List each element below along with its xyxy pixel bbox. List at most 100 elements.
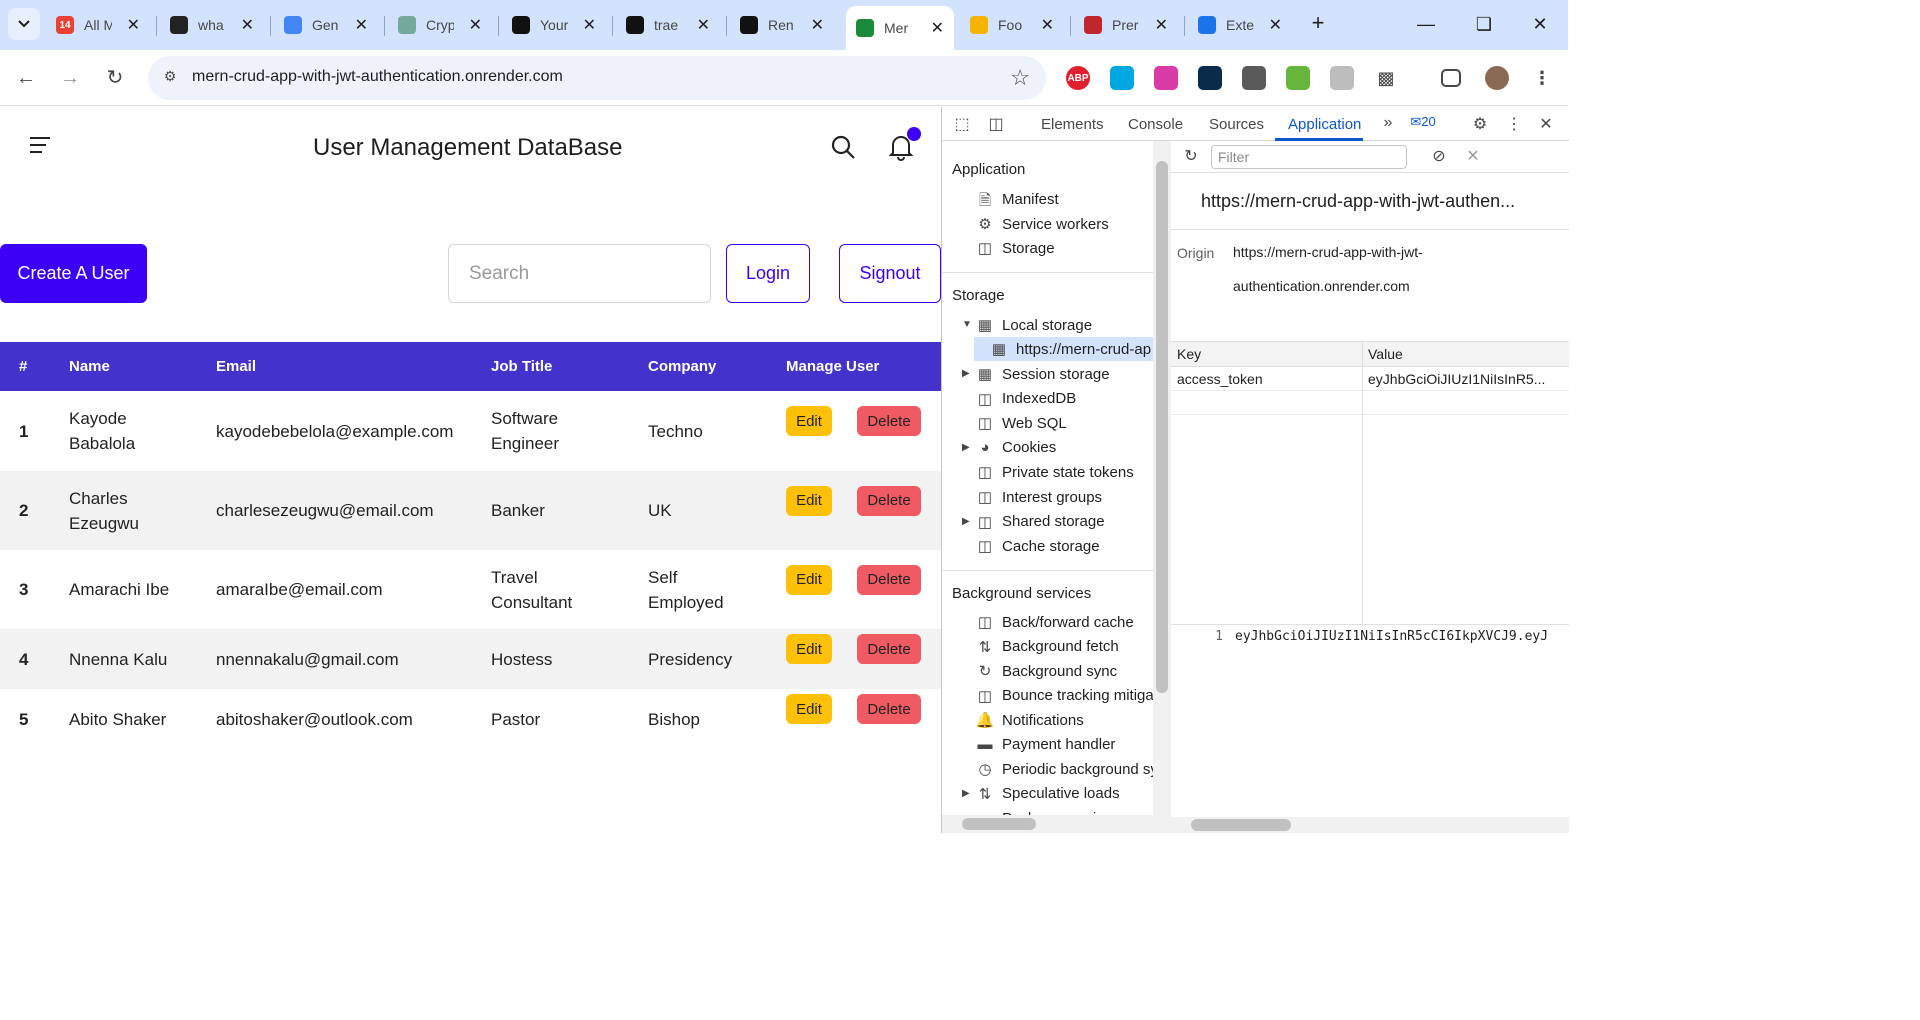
- create-user-button[interactable]: Create A User: [0, 244, 147, 303]
- tab-sources[interactable]: Sources: [1209, 116, 1264, 133]
- sidebar-item-background-service[interactable]: ◫ Bounce tracking mitiga: [974, 684, 1154, 708]
- refresh-icon[interactable]: ↻: [1181, 146, 1201, 166]
- color-picker-icon[interactable]: [1154, 66, 1178, 90]
- signout-button[interactable]: Signout: [839, 244, 941, 303]
- sidebar-item-storage[interactable]: ◫ Storage: [974, 236, 1055, 260]
- search-icon[interactable]: [830, 134, 856, 160]
- tab-console[interactable]: Console: [1128, 116, 1183, 133]
- bookmark-star-icon[interactable]: ☆: [1010, 65, 1030, 91]
- sidebar-item-background-service[interactable]: ◷ Periodic background sy: [974, 757, 1154, 781]
- back-button[interactable]: ←: [10, 62, 42, 94]
- device-toolbar-icon[interactable]: ◫: [986, 114, 1006, 134]
- sidebar-item-manifest[interactable]: 🗎 Manifest: [974, 187, 1059, 211]
- react-icon[interactable]: [1198, 66, 1222, 90]
- reload-button[interactable]: ↻: [99, 62, 131, 94]
- delete-user-button[interactable]: Delete: [857, 564, 921, 595]
- browser-tab[interactable]: wha ✕: [160, 8, 264, 42]
- tab-search-button[interactable]: [8, 8, 40, 40]
- delete-user-button[interactable]: Delete: [857, 485, 921, 516]
- sidebar-item-background-service[interactable]: ⇅ Speculative loads: [974, 782, 1120, 806]
- close-window-button[interactable]: ✕: [1512, 8, 1568, 40]
- browser-tab[interactable]: Gen ✕: [274, 8, 378, 42]
- devtools-menu-icon[interactable]: ⋮: [1504, 114, 1524, 134]
- block-icon[interactable]: [1286, 66, 1310, 90]
- delete-user-button[interactable]: Delete: [857, 634, 921, 664]
- side-panel-icon[interactable]: [1441, 69, 1461, 87]
- close-tab-icon[interactable]: ✕: [241, 15, 254, 35]
- hamburger-menu-icon[interactable]: [30, 137, 50, 158]
- close-devtools-icon[interactable]: ✕: [1536, 114, 1556, 134]
- close-tab-icon[interactable]: ✕: [469, 15, 482, 35]
- edit-user-button[interactable]: Edit: [786, 406, 832, 436]
- close-tab-icon[interactable]: ✕: [1041, 15, 1054, 35]
- table-row[interactable]: access_token eyJhbGciOiJIUzI1NiIsInR5...: [1171, 367, 1569, 391]
- more-tabs-icon[interactable]: »: [1378, 114, 1398, 134]
- sidebar-item-background-service[interactable]: ↻ Background sync: [974, 659, 1117, 683]
- delete-selected-icon[interactable]: ✕: [1463, 146, 1483, 166]
- sidebar-item-background-service[interactable]: ◫ Back/forward cache: [974, 610, 1134, 634]
- sidebar-item-local-storage[interactable]: ▦ Local storage: [974, 313, 1092, 337]
- scrollbar-thumb[interactable]: [1156, 161, 1168, 693]
- edit-user-button[interactable]: Edit: [786, 485, 832, 516]
- clear-all-icon[interactable]: ⊘: [1429, 146, 1449, 166]
- inspect-element-icon[interactable]: ⬚: [952, 114, 972, 134]
- expand-arrow-icon[interactable]: ▶: [962, 368, 970, 379]
- value-column-header[interactable]: Value: [1368, 346, 1403, 362]
- tab-elements[interactable]: Elements: [1041, 116, 1104, 133]
- sidebar-horizontal-scrollbar[interactable]: [942, 815, 1153, 833]
- browser-tab[interactable]: trae ✕: [616, 8, 720, 42]
- issues-badge[interactable]: ✉20: [1408, 114, 1438, 134]
- sidebar-item-background-service[interactable]: 🔔 Notifications: [974, 708, 1084, 732]
- browser-tab[interactable]: Mer ✕: [846, 6, 954, 50]
- forward-button[interactable]: →: [54, 62, 86, 94]
- browser-tab[interactable]: Your ✕: [502, 8, 606, 42]
- browser-tab[interactable]: Exte ✕: [1188, 8, 1292, 42]
- record-icon[interactable]: [1330, 66, 1354, 90]
- sidebar-item-background-service[interactable]: ⇅ Background fetch: [974, 635, 1119, 659]
- expand-arrow-icon[interactable]: ▶: [962, 516, 970, 527]
- scrollbar-thumb[interactable]: [1191, 819, 1291, 831]
- site-settings-icon[interactable]: ⚙: [160, 68, 180, 88]
- settings-gear-icon[interactable]: ⚙: [1470, 114, 1490, 134]
- close-tab-icon[interactable]: ✕: [1155, 15, 1168, 35]
- url-text[interactable]: mern-crud-app-with-jwt-authentication.on…: [192, 68, 563, 86]
- close-tab-icon[interactable]: ✕: [355, 15, 368, 35]
- key-column-header[interactable]: Key: [1177, 346, 1201, 362]
- delete-user-button[interactable]: Delete: [857, 406, 921, 436]
- close-tab-icon[interactable]: ✕: [583, 15, 596, 35]
- close-tab-icon[interactable]: ✕: [931, 18, 944, 38]
- translate-icon[interactable]: [1110, 66, 1134, 90]
- sidebar-item-storage[interactable]: ◫ Shared storage: [974, 510, 1105, 534]
- close-tab-icon[interactable]: ✕: [697, 15, 710, 35]
- close-tab-icon[interactable]: ✕: [1269, 15, 1282, 35]
- sidebar-item-background-service[interactable]: ▬ Payment handler: [974, 733, 1116, 757]
- close-tab-icon[interactable]: ✕: [127, 15, 140, 35]
- browser-tab[interactable]: Cryp ✕: [388, 8, 492, 42]
- tab-application[interactable]: Application: [1288, 116, 1361, 133]
- delete-user-button[interactable]: Delete: [857, 694, 921, 724]
- restore-button[interactable]: ❏: [1456, 8, 1512, 40]
- sidebar-scrollbar[interactable]: [1153, 141, 1171, 833]
- browser-tab[interactable]: Ren ✕: [730, 8, 834, 42]
- edit-user-button[interactable]: Edit: [786, 694, 832, 724]
- sidebar-item-storage[interactable]: ◫ Private state tokens: [974, 460, 1134, 484]
- sidebar-item-storage[interactable]: ◕ Cookies: [974, 436, 1056, 460]
- sidebar-item-local-storage-origin[interactable]: ▦ https://mern-crud-ap: [974, 337, 1154, 361]
- pen-icon[interactable]: [1242, 66, 1266, 90]
- sidebar-item-service-workers[interactable]: ⚙ Service workers: [974, 212, 1108, 236]
- extensions-puzzle-icon[interactable]: ▩: [1374, 66, 1398, 90]
- new-tab-button[interactable]: +: [1304, 10, 1332, 38]
- edit-user-button[interactable]: Edit: [786, 564, 832, 595]
- adblock-icon[interactable]: ABP: [1066, 66, 1090, 90]
- browser-tab[interactable]: Foo ✕: [960, 8, 1064, 42]
- sidebar-item-storage[interactable]: ◫ Web SQL: [974, 411, 1067, 435]
- sidebar-item-storage[interactable]: ▦ Session storage: [974, 362, 1110, 386]
- expand-arrow-icon[interactable]: ▶: [962, 788, 970, 799]
- browser-tab[interactable]: 14 All M ✕: [46, 8, 150, 42]
- browser-tab[interactable]: Prer ✕: [1074, 8, 1178, 42]
- sidebar-item-storage[interactable]: ◫ Interest groups: [974, 485, 1102, 509]
- filter-input[interactable]: Filter: [1211, 145, 1407, 169]
- close-tab-icon[interactable]: ✕: [811, 15, 824, 35]
- login-button[interactable]: Login: [726, 244, 810, 303]
- scrollbar-thumb[interactable]: [962, 818, 1036, 830]
